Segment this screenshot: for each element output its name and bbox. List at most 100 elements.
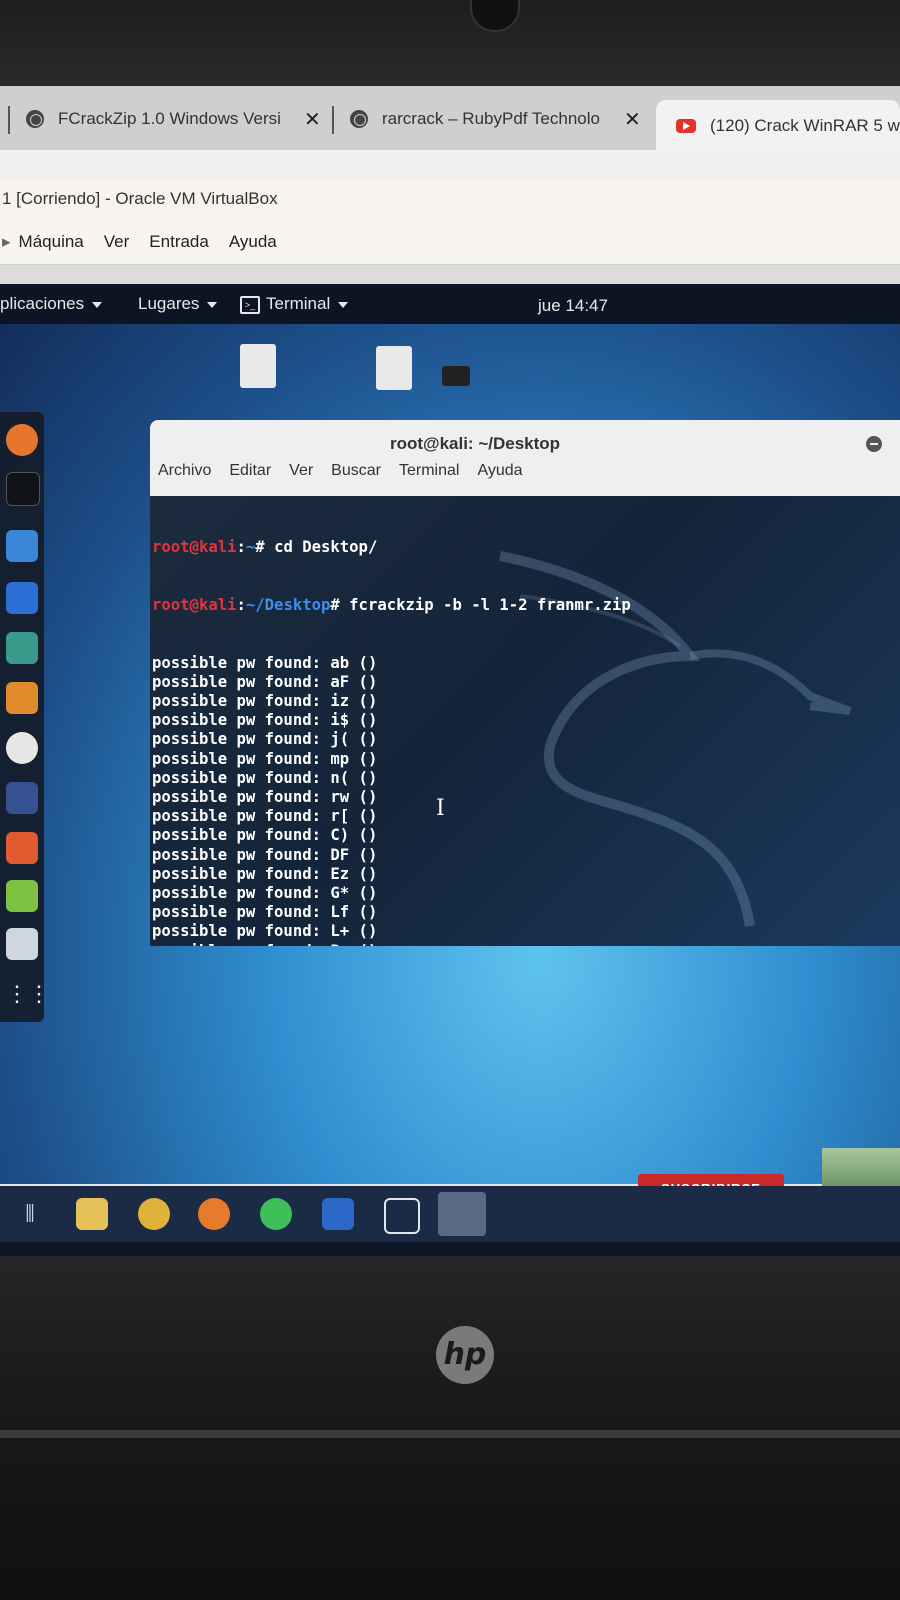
menu-arrow-icon: ▸ (2, 232, 11, 251)
found-prefix: possible pw found: (152, 711, 331, 730)
terminal-title: root@kali: ~/Desktop (389, 434, 561, 453)
terminal-lines: root@kali:~# cd Desktop/ root@kali:~/Des… (152, 500, 631, 946)
found-prefix: possible pw found: (152, 826, 331, 845)
firefox-icon[interactable] (198, 1198, 230, 1230)
found-prefix: possible pw found: (152, 768, 331, 787)
task-view-icon[interactable]: ⫼ (14, 1198, 46, 1230)
desktop-file-icon[interactable] (376, 346, 412, 390)
desktop-file-icon[interactable] (442, 366, 470, 386)
files-icon[interactable] (6, 530, 38, 562)
youtube-icon (676, 119, 696, 133)
found-value: r[ () (330, 807, 378, 826)
burpsuite-icon[interactable] (6, 682, 38, 714)
terminal-menu-editar[interactable]: Editar (229, 462, 271, 480)
tab-separator (8, 106, 10, 134)
command-text: fcrackzip -b -l 1-2 franmr.zip (349, 596, 631, 615)
maltego-icon[interactable] (6, 732, 38, 764)
found-prefix: possible pw found: (152, 692, 331, 711)
found-passwords-list: possible pw found: ab () possible pw foun… (152, 654, 631, 946)
show-apps-icon[interactable]: ⋮⋮ (6, 978, 50, 1010)
armitage-icon[interactable] (6, 632, 38, 664)
guest-desktop: plicaciones Lugares >_ Terminal jue 14:47 (0, 284, 900, 1184)
terminal-menu-terminal[interactable]: Terminal (399, 462, 459, 480)
prompt-symbol: # (330, 596, 350, 615)
found-prefix: possible pw found: (152, 884, 331, 903)
found-password-line: possible pw found: r[ () (152, 807, 631, 826)
word-icon[interactable] (322, 1198, 354, 1230)
vbox-menu-entrada[interactable]: Entrada (149, 232, 209, 252)
found-password-line: possible pw found: G* () (152, 884, 631, 903)
found-value: Lf () (330, 903, 378, 922)
file-explorer-icon[interactable] (76, 1198, 108, 1230)
found-value: n( () (330, 768, 378, 787)
laptop-bezel-top (0, 0, 900, 86)
kali-dock: ⋮⋮ (0, 412, 50, 1022)
found-password-line: possible pw found: n( () (152, 769, 631, 788)
found-value: rw () (330, 788, 378, 807)
found-prefix: possible pw found: (152, 788, 331, 807)
gnome-terminal-menu[interactable]: >_ Terminal (240, 294, 349, 314)
caret-down-icon (92, 301, 103, 308)
terminal-menu-archivo[interactable]: Archivo (158, 462, 211, 480)
found-prefix: possible pw found: (152, 845, 331, 864)
firefox-icon[interactable] (6, 424, 38, 456)
chrome-icon[interactable] (138, 1198, 170, 1230)
terminal-titlebar: root@kali: ~/Desktop Archivo Editar Ver … (150, 420, 900, 496)
found-prefix: possible pw found: (152, 807, 331, 826)
browser-tab-youtube[interactable]: (120) Crack WinRAR 5 wi (656, 100, 900, 152)
command-text: cd Desktop/ (274, 538, 378, 557)
found-value: j( () (330, 730, 378, 749)
terminal-menubar: Archivo Editar Ver Buscar Terminal Ayuda (158, 462, 541, 480)
faraday-icon[interactable] (6, 832, 38, 864)
gnome-places-menu[interactable]: Lugares (138, 294, 218, 314)
found-value: G* () (330, 884, 378, 903)
vbox-menu-ayuda[interactable]: Ayuda (229, 232, 277, 252)
hp-logo: hp (436, 1326, 494, 1384)
virtualbox-icon[interactable] (384, 1198, 420, 1234)
vbox-menu-ver[interactable]: Ver (104, 232, 130, 252)
terminal-menu-buscar[interactable]: Buscar (331, 462, 381, 480)
leafpad-icon[interactable] (6, 928, 38, 960)
metasploit-icon[interactable] (6, 582, 38, 614)
window-close-icon[interactable] (866, 436, 882, 452)
recorder-icon[interactable] (438, 1192, 486, 1236)
found-value: DF () (330, 845, 378, 864)
desktop-file-icon[interactable] (240, 344, 276, 388)
found-password-line: possible pw found: ab () (152, 654, 631, 673)
terminal-menu-ayuda[interactable]: Ayuda (477, 462, 522, 480)
laptop-hinge (0, 1430, 900, 1438)
terminal-menu-ver[interactable]: Ver (289, 462, 313, 480)
caret-down-icon (207, 301, 218, 308)
browser-tabbar: FCrackZip 1.0 Windows Versi ✕ rarcrack –… (0, 86, 900, 152)
webcam (470, 0, 520, 32)
found-prefix: possible pw found: (152, 730, 331, 749)
close-icon[interactable]: ✕ (304, 107, 321, 132)
tab-label: (120) Crack WinRAR 5 wi (710, 116, 900, 135)
caret-down-icon (338, 301, 349, 308)
vbox-menubar: ▸ Máquina Ver Entrada Ayuda (0, 220, 900, 265)
close-icon[interactable]: ✕ (624, 107, 641, 132)
terminal-icon: >_ (240, 295, 260, 314)
prompt-user: root@kali (152, 596, 237, 615)
found-prefix: possible pw found: (152, 864, 331, 883)
found-password-line: possible pw found: Pv () (152, 942, 631, 946)
found-value: ab () (330, 653, 378, 672)
terminal-output[interactable]: root@kali:~# cd Desktop/ root@kali:~/Des… (150, 496, 900, 946)
laptop-screen: FCrackZip 1.0 Windows Versi ✕ rarcrack –… (0, 86, 900, 1256)
terminal-icon[interactable] (6, 472, 40, 506)
found-prefix: possible pw found: (152, 903, 331, 922)
found-value: mp () (330, 749, 378, 768)
browser-tab-rarcrack[interactable]: rarcrack – RubyPdf Technolo ✕ (350, 94, 646, 144)
notes-icon[interactable] (6, 880, 38, 912)
text-cursor-icon: I (436, 796, 445, 821)
gnome-applications-menu[interactable]: plicaciones (0, 294, 103, 314)
found-password-line: possible pw found: L+ () (152, 922, 631, 941)
gnome-top-bar: plicaciones Lugares >_ Terminal jue 14:47 (0, 284, 900, 324)
vbox-menu-maquina[interactable]: Máquina (19, 232, 84, 252)
browser-toolbar (0, 150, 900, 179)
found-value: iz () (330, 692, 378, 711)
gnome-clock[interactable]: jue 14:47 (538, 296, 608, 316)
beef-icon[interactable] (6, 782, 38, 814)
spotify-icon[interactable] (260, 1198, 292, 1230)
browser-tab-fcrackzip[interactable]: FCrackZip 1.0 Windows Versi ✕ (26, 94, 326, 144)
